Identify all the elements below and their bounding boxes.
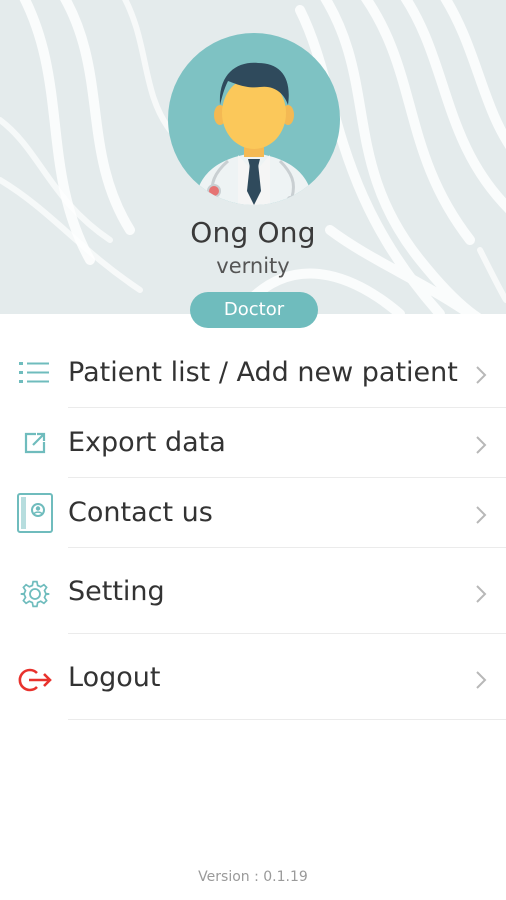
role-badge: Doctor	[190, 292, 318, 328]
contact-book-icon	[15, 493, 55, 533]
chevron-right-icon	[476, 671, 487, 689]
menu-item-logout[interactable]: Logout	[0, 634, 506, 720]
menu-item-label: Patient list / Add new patient	[68, 357, 458, 388]
logout-icon	[15, 660, 55, 700]
chevron-right-icon	[476, 366, 487, 384]
menu-item-label: Setting	[68, 576, 165, 607]
menu-item-label: Export data	[68, 427, 226, 458]
menu-item-label: Contact us	[68, 497, 213, 528]
chevron-right-icon	[476, 506, 487, 524]
menu-item-export-data[interactable]: Export data	[0, 408, 506, 478]
chevron-right-icon	[476, 436, 487, 454]
export-icon	[15, 423, 55, 463]
gear-icon	[15, 574, 55, 614]
menu-item-setting[interactable]: Setting	[0, 548, 506, 634]
list-icon	[15, 353, 55, 393]
profile-name: Ong Ong	[190, 216, 316, 249]
menu-item-contact-us[interactable]: Contact us	[0, 478, 506, 548]
app-version: Version : 0.1.19	[198, 869, 308, 885]
profile-header: Ong Ong vernity	[0, 0, 506, 314]
divider	[68, 719, 506, 720]
doctor-avatar-icon	[168, 33, 340, 205]
main-menu: Patient list / Add new patient Export da…	[0, 338, 506, 720]
menu-item-patient-list[interactable]: Patient list / Add new patient	[0, 338, 506, 408]
chevron-right-icon	[476, 585, 487, 603]
profile-organization: vernity	[216, 254, 290, 278]
menu-item-label: Logout	[68, 662, 161, 693]
